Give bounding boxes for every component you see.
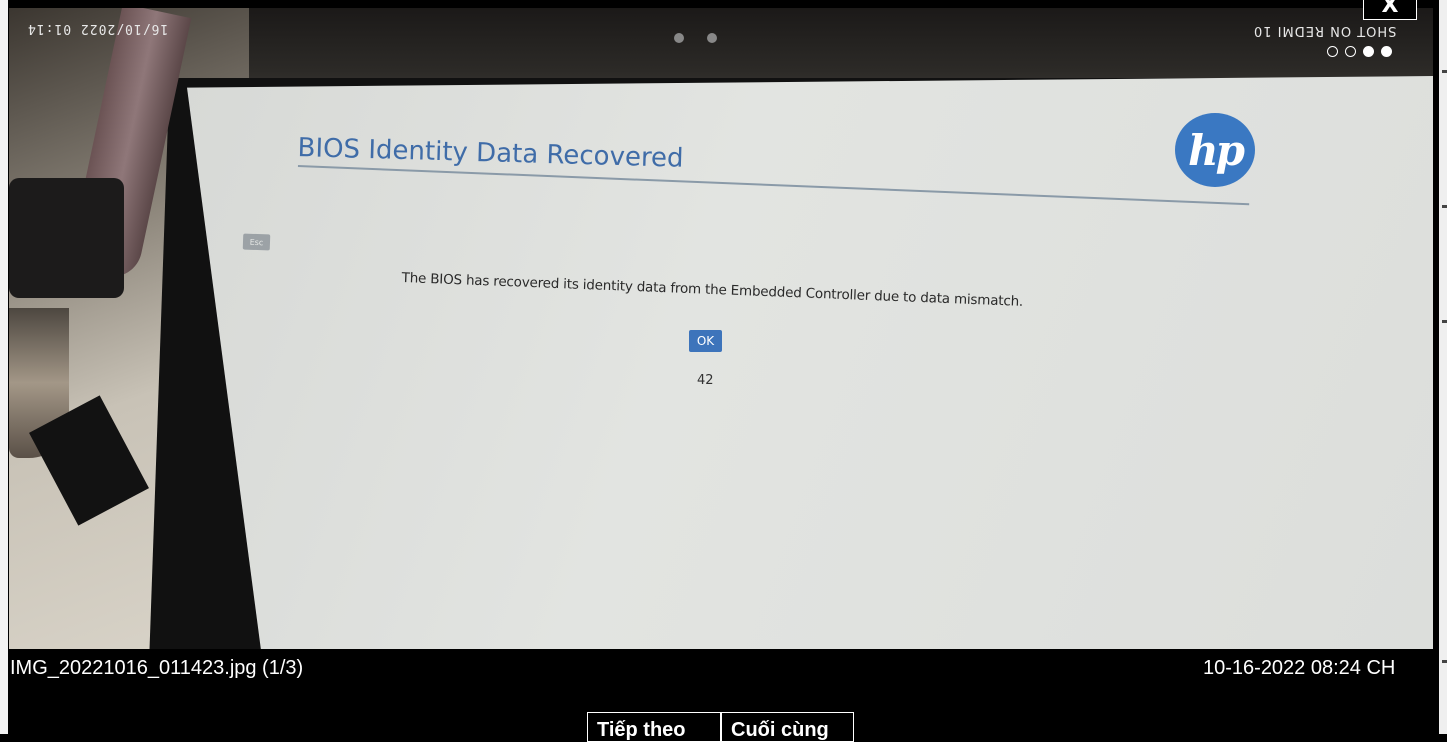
- close-button[interactable]: X: [1363, 0, 1417, 20]
- next-button[interactable]: Tiếp theo: [587, 712, 721, 742]
- image-filename: IMG_20221016_011423.jpg (1/3): [10, 657, 304, 679]
- last-button[interactable]: Cuối cùng: [721, 712, 854, 742]
- indicator-dot-filled: [1381, 46, 1392, 57]
- camera-date-watermark: 16/10/2022 01:14: [27, 21, 169, 36]
- indicator-dot-empty: [1327, 46, 1338, 57]
- scrollbar-mark: [1442, 205, 1447, 208]
- scrollbar-mark: [1442, 70, 1447, 73]
- bios-code: 42: [697, 373, 714, 388]
- tool-body: [9, 178, 124, 298]
- screw-dot: [674, 33, 684, 43]
- indicator-dot-filled: [1363, 46, 1374, 57]
- photo-view: [9, 8, 1433, 649]
- left-edge-strip: [0, 0, 8, 734]
- indicator-dot-empty: [1345, 46, 1356, 57]
- camera-model-watermark: SHOT ON REDMI 10: [1253, 23, 1397, 38]
- scrollbar-mark: [1442, 320, 1447, 323]
- scrollbar-mark: [1442, 660, 1447, 663]
- esc-key-hint: Esc: [242, 233, 271, 251]
- hp-logo: hp: [1175, 113, 1255, 187]
- right-edge-strip: [1439, 0, 1447, 734]
- bios-ok-button: OK: [689, 330, 722, 352]
- image-datetime: 10-16-2022 08:24 CH: [1203, 657, 1396, 679]
- photo-indicator-dots: [1327, 46, 1392, 57]
- screw-dot: [707, 33, 717, 43]
